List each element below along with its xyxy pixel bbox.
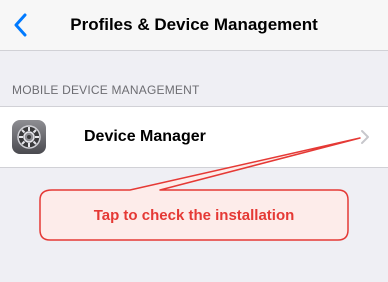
callout-text: Tap to check the installation	[93, 206, 295, 224]
callout-bubble	[39, 137, 361, 241]
